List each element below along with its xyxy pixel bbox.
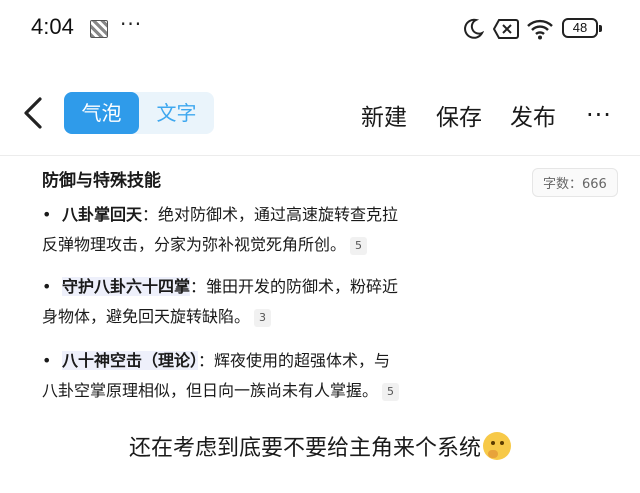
skill-desc-line1: ：辉夜使用的超强体术，与 <box>198 351 391 370</box>
skill-desc-line1: ：雏田开发的防御术，粉碎近 <box>190 277 399 296</box>
skill-term: 八十神空击（理论） <box>62 351 199 370</box>
section-heading: 防御与特殊技能 <box>42 171 161 191</box>
wifi-icon <box>527 19 553 40</box>
bullet-dot: • <box>42 205 52 224</box>
status-time: 4:04 <box>31 14 74 39</box>
back-chevron-icon[interactable] <box>20 96 46 130</box>
tab-text[interactable]: 文字 <box>139 92 214 134</box>
app-icon <box>90 20 108 38</box>
skill-term: 八卦掌回天 <box>62 205 143 224</box>
publish-button[interactable]: 发布 <box>510 98 556 132</box>
skill-desc-line2: 八卦空掌原理相似，但日向一族尚未有人掌握。 <box>42 381 379 400</box>
editor-toolbar: 气泡 文字 新建 保存 发布 ··· <box>0 80 640 146</box>
list-item: • 八十神空击（理论）：辉夜使用的超强体术，与 八卦空掌原理相似，但日向一族尚未… <box>42 346 442 406</box>
skill-desc-line2: 反弹物理攻击，分家为弥补视觉死角所创。 <box>42 235 347 254</box>
bullet-dot: • <box>42 277 52 296</box>
list-item: • 八卦掌回天：绝对防御术，通过高速旋转查克拉 反弹物理攻击，分家为弥补视觉死角… <box>42 200 442 260</box>
screen-x-icon <box>493 19 519 39</box>
skill-desc-line2: 身物体，避免回天旋转缺陷。 <box>42 307 251 326</box>
list-item: • 守护八卦六十四掌：雏田开发的防御术，粉碎近 身物体，避免回天旋转缺陷。 3 <box>42 272 442 332</box>
new-button[interactable]: 新建 <box>361 98 407 132</box>
status-more-dots: ··· <box>120 12 143 36</box>
caption-text: 还在考虑到底要不要给主角来个系统 <box>128 436 481 461</box>
battery-icon: 48 <box>562 18 602 38</box>
reference-badge[interactable]: 3 <box>254 308 272 327</box>
skill-term: 守护八卦六十四掌 <box>62 277 191 296</box>
reference-badge[interactable]: 5 <box>382 382 400 401</box>
editor-content[interactable]: 防御与特殊技能 字数：666 • 八卦掌回天：绝对防御术，通过高速旋转查克拉 反… <box>0 156 640 408</box>
reference-badge[interactable]: 5 <box>350 236 368 255</box>
tab-bubble[interactable]: 气泡 <box>64 92 139 134</box>
mode-switch: 气泡 文字 <box>64 92 214 134</box>
word-count-badge: 字数：666 <box>532 168 618 197</box>
thinking-face-icon <box>483 432 511 460</box>
save-button[interactable]: 保存 <box>436 98 482 132</box>
status-bar: 4:04 ··· 48 <box>0 0 640 62</box>
caption: 还在考虑到底要不要给主角来个系统 <box>0 430 640 462</box>
bullet-dot: • <box>42 351 52 370</box>
moon-icon <box>464 18 484 39</box>
more-menu-button[interactable]: ··· <box>586 101 612 129</box>
skill-desc-line1: ：绝对防御术，通过高速旋转查克拉 <box>142 205 399 224</box>
